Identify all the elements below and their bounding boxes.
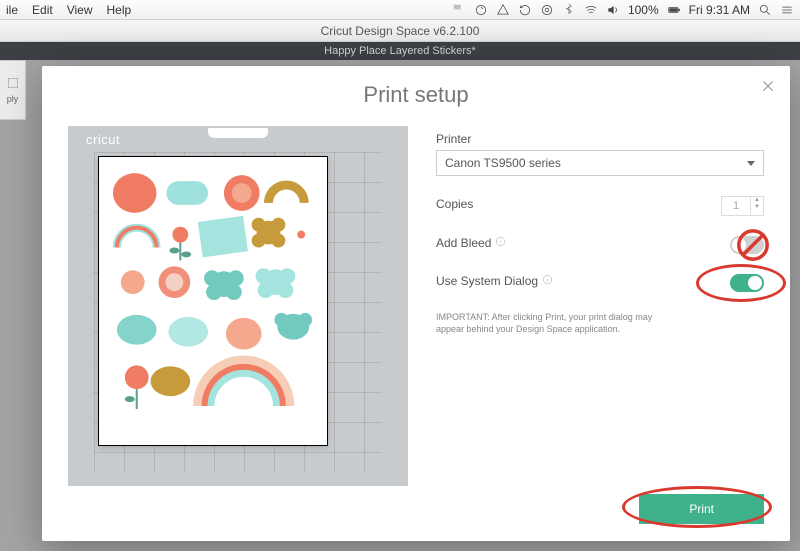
chevron-down-icon [747,161,755,166]
modal-title: Print setup [68,82,764,108]
mac-menubar: ile Edit View Help 100% Fri 9:31 AM [0,0,800,20]
important-note: IMPORTANT: After clicking Print, your pr… [436,312,666,335]
status-icon[interactable] [496,3,510,17]
dropbox-icon[interactable] [452,3,466,17]
close-button[interactable] [760,78,776,99]
system-dialog-toggle[interactable] [730,274,764,292]
wifi-icon[interactable] [584,3,598,17]
print-options: Printer Canon TS9500 series Copies ▲ ▼ [436,126,764,486]
window-titlebar: Cricut Design Space v6.2.100 [0,20,800,42]
bleed-toggle[interactable] [730,236,764,254]
menu-edit[interactable]: Edit [32,3,53,17]
window-title: Cricut Design Space v6.2.100 [321,24,480,38]
bluetooth-icon[interactable] [562,3,576,17]
battery-icon [667,3,681,17]
mat-clip [208,128,268,138]
battery-percent: 100% [628,3,659,17]
circle-icon[interactable] [540,3,554,17]
copies-label: Copies [436,197,473,211]
mat-brand: cricut [86,132,120,147]
print-button[interactable]: Print [639,494,764,524]
clock: Fri 9:31 AM [689,3,750,17]
stepper-up-icon[interactable]: ▲ [751,197,763,204]
project-name: Happy Place Layered Stickers* [324,45,476,57]
info-icon[interactable] [495,236,506,250]
menu-help[interactable]: Help [107,3,132,17]
sticker-artwork [105,163,321,439]
menu-icon[interactable] [780,3,794,17]
mat-preview: cricut [68,126,408,486]
stepper-down-icon[interactable]: ▼ [751,204,763,211]
menu-view[interactable]: View [67,3,93,17]
print-setup-modal: Print setup cricut [42,66,790,541]
volume-icon[interactable] [606,3,620,17]
printer-select[interactable]: Canon TS9500 series [436,150,764,176]
system-dialog-label: Use System Dialog [436,274,553,288]
search-icon[interactable] [758,3,772,17]
loop-icon[interactable] [518,3,532,17]
app-header: Happy Place Layered Stickers* [0,42,800,60]
bleed-label: Add Bleed [436,236,506,250]
menu-ile[interactable]: ile [6,3,18,17]
sidebar-fragment: ply [0,60,26,120]
info-icon[interactable] [542,274,553,288]
copies-input[interactable] [722,197,750,215]
printer-label: Printer [436,132,764,146]
print-page [98,156,328,446]
printer-selected: Canon TS9500 series [445,156,561,170]
sync-icon[interactable] [474,3,488,17]
copies-stepper[interactable]: ▲ ▼ [721,196,764,216]
